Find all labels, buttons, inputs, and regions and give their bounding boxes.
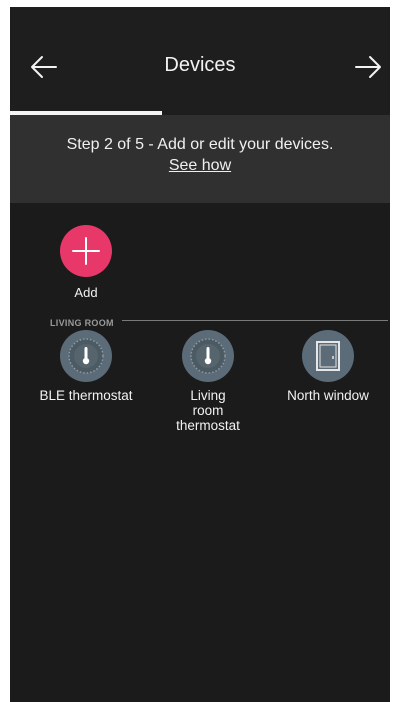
step-instructions: Step 2 of 5 - Add or edit your devices. [66,136,334,153]
section-label: LIVING ROOM [50,318,114,328]
plus-icon [72,237,100,265]
thermostat-icon [190,338,226,374]
add-label: Add [74,285,98,300]
window-icon [316,341,340,371]
arrow-right-icon [355,56,381,78]
device-ble-thermostat[interactable]: BLE thermostat [30,330,142,403]
top-bar: Devices [10,7,390,113]
app-screen: Devices Step 2 of 5 - Add or edit your d… [10,7,390,702]
device-label: BLE thermostat [39,388,133,403]
device-label: Living room thermostat [176,388,240,433]
device-north-window[interactable]: North window [272,330,384,403]
next-button[interactable] [350,49,386,85]
device-icon-circle [60,330,112,382]
add-circle [60,225,112,277]
page-title: Devices [164,54,236,76]
device-living-room-thermostat[interactable]: Living room thermostat [152,330,264,433]
see-how-link[interactable]: See how [10,157,390,175]
section-divider [122,320,388,321]
device-icon-circle [182,330,234,382]
step-banner: Step 2 of 5 - Add or edit your devices. … [10,115,390,203]
thermostat-icon [68,338,104,374]
device-icon-circle [302,330,354,382]
device-label: North window [287,388,369,403]
add-device-button[interactable]: Add [60,225,112,300]
